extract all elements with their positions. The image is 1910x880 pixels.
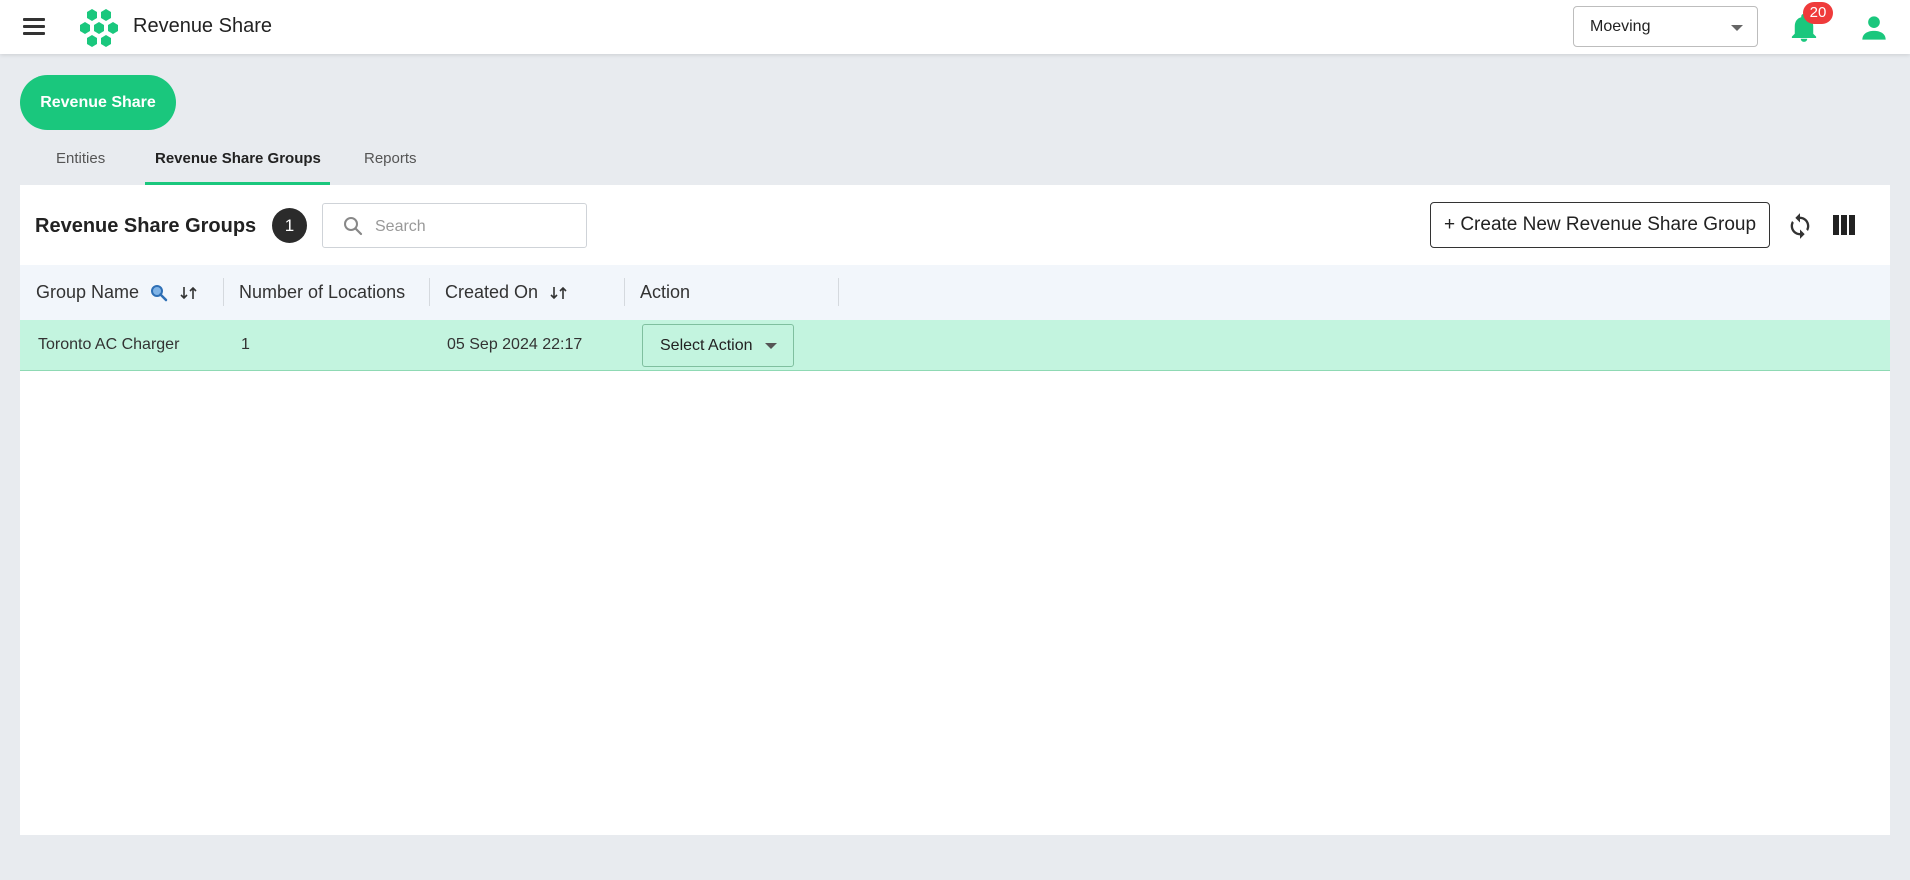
search-input[interactable]	[373, 214, 577, 240]
tab-entities[interactable]: Entities	[56, 150, 105, 167]
app-title: Revenue Share	[133, 15, 272, 37]
groups-card: Revenue Share Groups 1 + Create New Reve…	[20, 185, 1890, 835]
tab-reports[interactable]: Reports	[364, 150, 417, 167]
search-icon	[344, 217, 363, 236]
column-header-number-of-locations[interactable]: Number of Locations	[239, 265, 405, 320]
logo-icon	[80, 9, 118, 47]
select-action-dropdown[interactable]: Select Action	[642, 324, 794, 367]
organization-select[interactable]: Moeving	[1573, 6, 1758, 47]
table-header: Group Name Number of Locations Created O…	[20, 265, 1890, 320]
column-header-group-name[interactable]: Group Name	[36, 265, 199, 320]
column-separator	[223, 278, 224, 306]
tab-revenue-share-groups[interactable]: Revenue Share Groups	[155, 150, 321, 167]
search-box	[322, 203, 587, 248]
notification-count-badge: 20	[1803, 2, 1833, 24]
organization-select-value: Moeving	[1590, 18, 1651, 35]
column-header-label: Group Name	[36, 282, 140, 302]
count-badge: 1	[272, 208, 307, 243]
menu-icon[interactable]	[20, 15, 48, 39]
refresh-icon[interactable]	[1786, 212, 1814, 240]
sort-icon[interactable]	[179, 285, 199, 301]
cell-created-on: 05 Sep 2024 22:17	[447, 336, 583, 353]
filter-search-icon[interactable]	[150, 284, 168, 302]
create-new-group-button[interactable]: + Create New Revenue Share Group	[1430, 202, 1770, 248]
revenue-share-header-button[interactable]: Revenue Share	[20, 75, 176, 130]
chevron-down-icon	[1731, 25, 1743, 31]
user-icon[interactable]	[1860, 14, 1888, 42]
page-title: Revenue Share Groups	[35, 215, 257, 237]
column-separator	[429, 278, 430, 306]
columns-icon[interactable]	[1832, 214, 1856, 236]
column-header-action: Action	[640, 282, 691, 302]
cell-group-name: Toronto AC Charger	[38, 336, 180, 353]
tab-bar: Entities Revenue Share Groups Reports	[20, 140, 455, 186]
column-header-label: Created On	[445, 282, 539, 302]
select-action-label: Select Action	[660, 337, 753, 354]
sort-icon[interactable]	[549, 285, 569, 301]
column-separator	[838, 278, 839, 306]
chevron-down-icon	[765, 343, 777, 349]
cell-number-of-locations: 1	[241, 336, 250, 353]
table-row[interactable]: Toronto AC Charger 1 05 Sep 2024 22:17 S…	[20, 320, 1890, 371]
top-bar: Revenue Share Moeving 20	[0, 0, 1910, 54]
column-separator	[624, 278, 625, 306]
column-header-created-on[interactable]: Created On	[445, 265, 569, 320]
